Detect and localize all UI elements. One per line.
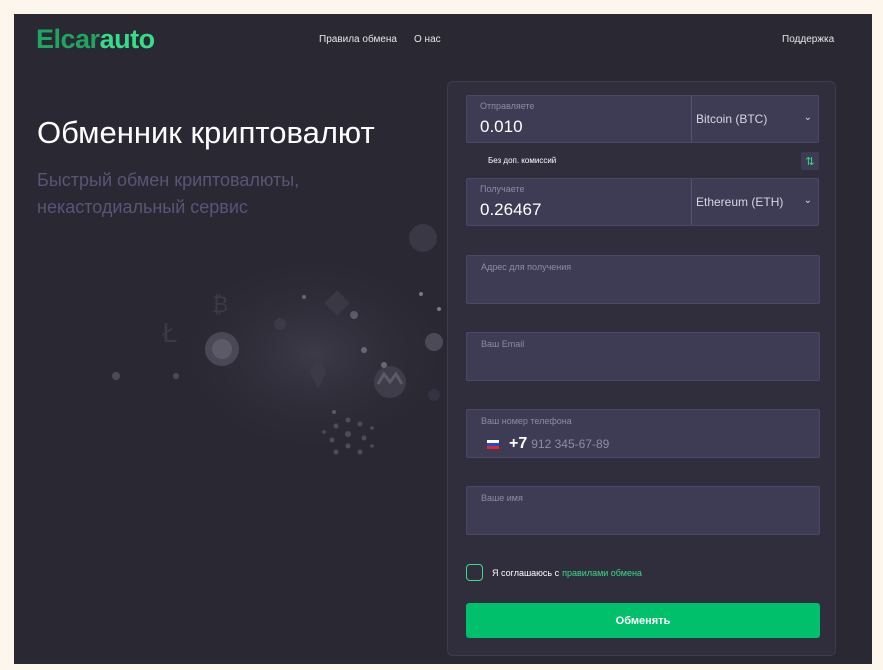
exchange-button[interactable]: Обменять (466, 603, 820, 638)
send-currency-select[interactable]: Bitcoin (BTC) ⌄ (691, 96, 818, 142)
bitcoin-icon: ₿ (212, 293, 228, 318)
phone-label: Ваш номер телефона (481, 416, 572, 426)
logo-part-2: auto (99, 24, 156, 54)
send-label: Отправляете (480, 101, 535, 111)
nav-about[interactable]: О нас (414, 34, 441, 45)
hero-subtitle: Быстрый обмен криптовалюты, некастодиаль… (37, 170, 300, 217)
email-field[interactable]: Ваш Email (466, 332, 820, 381)
agree-row: Я соглашаюсь с правилами обмена (466, 564, 642, 581)
agree-checkbox[interactable] (466, 564, 483, 581)
swap-arrows-icon: ⇅ (805, 155, 815, 168)
phone-placeholder: 912 345-67-89 (531, 437, 610, 451)
phone-field[interactable]: Ваш номер телефона +7 912 345-67-89 (466, 409, 820, 458)
rules-link[interactable]: правилами обмена (562, 568, 642, 578)
receive-amount-box[interactable]: Получаете 0.26467 Ethereum (ETH) ⌄ (466, 178, 819, 226)
chevron-down-icon: ⌄ (803, 195, 812, 206)
chevron-down-icon: ⌄ (803, 112, 812, 123)
receive-currency-value: Ethereum (ETH) (696, 195, 784, 209)
name-label: Ваше имя (481, 493, 523, 503)
phone-country-code: +7 (509, 435, 528, 452)
crypto-coins-decoration: Ł ₿ (112, 224, 454, 464)
nav-support[interactable]: Поддержка (782, 34, 834, 45)
hero-title: Обменник криптовалют (37, 115, 375, 150)
fee-note: Без доп. комиссий (488, 156, 557, 165)
exchange-form: Отправляете 0.010 Bitcoin (BTC) ⌄ Без до… (447, 81, 836, 656)
address-label: Адрес для получения (481, 262, 572, 272)
nav-rules[interactable]: Правила обмена (319, 34, 397, 45)
receive-label: Получаете (480, 184, 525, 194)
logo[interactable]: Elcarauto (36, 24, 155, 55)
name-field[interactable]: Ваше имя (466, 486, 820, 535)
page: Elcarauto Правила обмена О нас Поддержка… (14, 14, 872, 664)
receive-currency-select[interactable]: Ethereum (ETH) ⌄ (691, 179, 818, 225)
litecoin-icon: Ł (161, 319, 177, 349)
russia-flag-icon (487, 439, 499, 449)
email-label: Ваш Email (481, 339, 525, 349)
receive-amount-value[interactable]: 0.26467 (480, 200, 541, 220)
swap-button[interactable]: ⇅ (801, 152, 819, 170)
send-amount-input[interactable]: 0.010 (480, 117, 523, 137)
send-amount-box[interactable]: Отправляете 0.010 Bitcoin (BTC) ⌄ (466, 95, 819, 143)
phone-prefix[interactable]: +7 912 345-67-89 (487, 435, 609, 453)
logo-part-1: Elcar (36, 24, 100, 54)
send-currency-value: Bitcoin (BTC) (696, 112, 768, 126)
agree-text: Я соглашаюсь с (492, 567, 560, 578)
address-field[interactable]: Адрес для получения (466, 255, 820, 304)
